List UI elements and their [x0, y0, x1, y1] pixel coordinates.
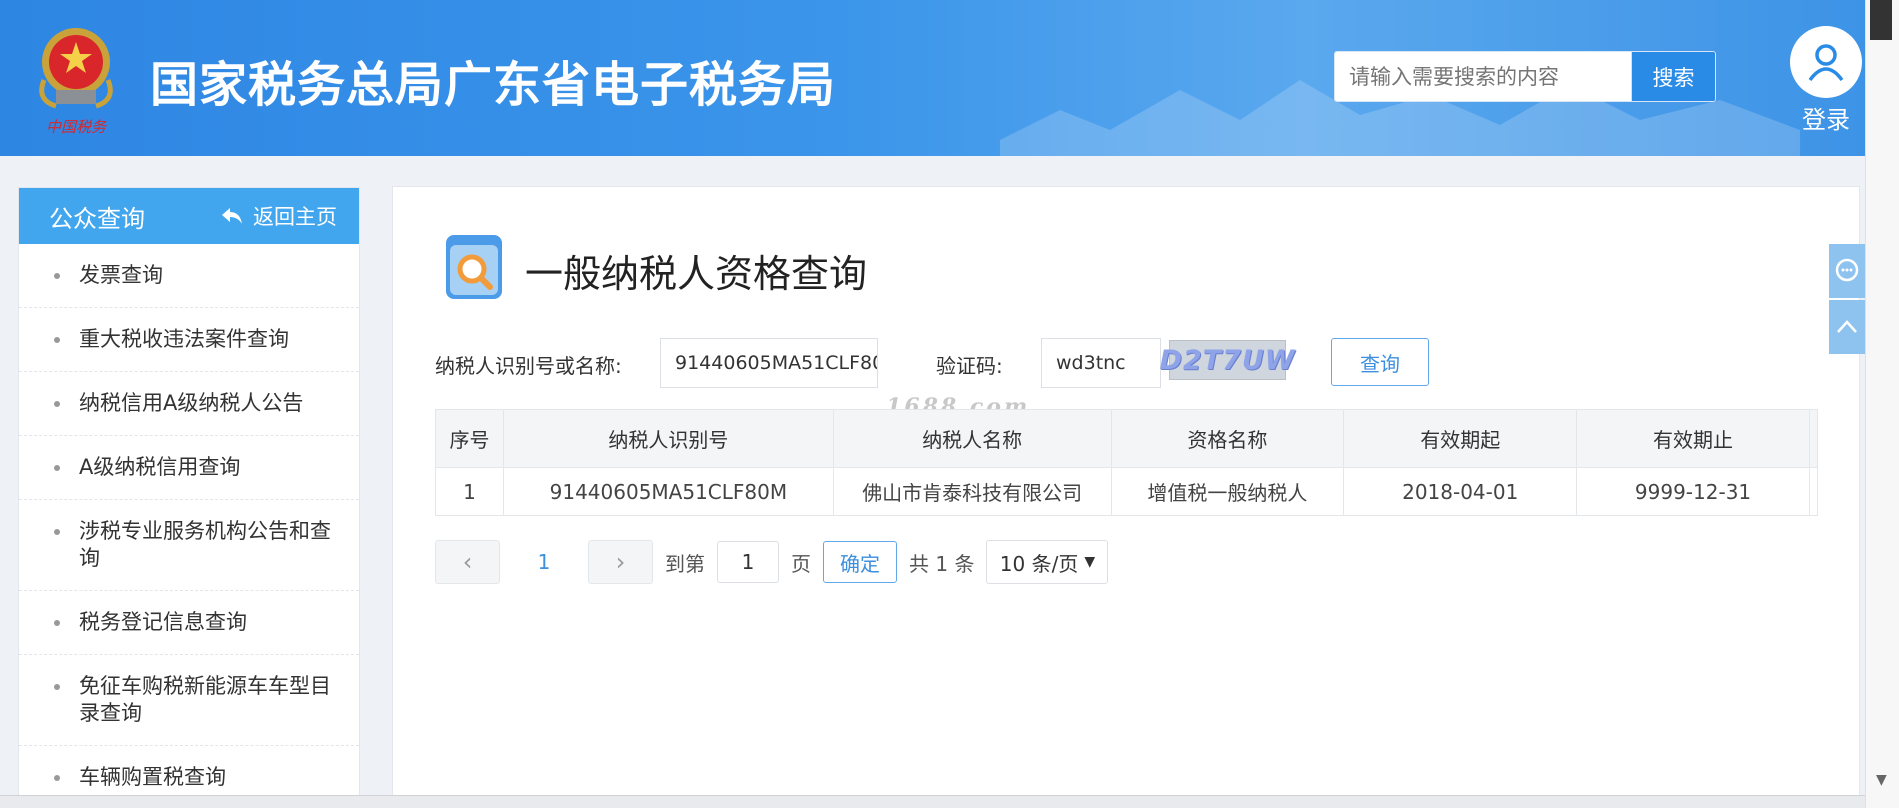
cell-qualification: 增值税一般纳税人	[1110, 467, 1345, 516]
pagination: ‹ 1 › 到第 1 页 确定 共 1 条 10 条/页 ▼	[435, 540, 1109, 584]
sidebar-item-invoice[interactable]: 发票查询	[19, 244, 359, 308]
sidebar-item-major-violation[interactable]: 重大税收违法案件查询	[19, 308, 359, 372]
col-header-index: 序号	[435, 409, 504, 468]
sidebar-item-tax-service-agency[interactable]: 涉税专业服务机构公告和查询	[19, 500, 359, 591]
page-number-current[interactable]: 1	[500, 550, 588, 574]
cell-valid-to: 9999-12-31	[1576, 467, 1810, 516]
col-header-taxpayer-id: 纳税人识别号	[502, 409, 834, 468]
captcha-image[interactable]: D2T7UW	[1159, 340, 1295, 380]
col-header-qualification: 资格名称	[1110, 409, 1345, 468]
search-bar: 搜索	[1334, 51, 1716, 102]
cell-taxpayer-name: 佛山市肯泰科技有限公司	[832, 467, 1112, 516]
total-count: 共 1 条	[909, 551, 975, 576]
scrollbar-thumb[interactable]	[1870, 0, 1892, 40]
user-avatar-icon	[1790, 26, 1862, 98]
sidebar-item-vehicle-tax[interactable]: 车辆购置税查询	[19, 746, 359, 796]
login-button[interactable]: 登录	[1790, 26, 1862, 135]
cell-extra	[1808, 467, 1819, 516]
login-label: 登录	[1802, 106, 1850, 134]
sidebar-item-ev-catalog[interactable]: 免征车购税新能源车车型目录查询	[19, 655, 359, 746]
col-header-extra	[1808, 409, 1819, 468]
cell-taxpayer-id: 91440605MA51CLF80M	[502, 467, 834, 516]
sidebar-item-registration[interactable]: 税务登记信息查询	[19, 591, 359, 655]
taxpayer-id-input[interactable]: 91440605MA51CLF80M	[660, 338, 878, 388]
query-button[interactable]: 查询	[1331, 338, 1429, 386]
col-header-valid-from: 有效期起	[1343, 409, 1578, 468]
taxpayer-id-label: 纳税人识别号或名称:	[435, 354, 622, 378]
chat-bubble-icon	[1835, 258, 1859, 282]
tax-emblem-icon: 中国税务	[39, 28, 113, 136]
sidebar-title: 公众查询	[49, 204, 145, 233]
captcha-label: 验证码:	[936, 354, 1003, 378]
col-header-taxpayer-name: 纳税人名称	[832, 409, 1112, 468]
page-title: 一般纳税人资格查询	[525, 252, 868, 296]
chevron-down-icon: ▼	[1084, 554, 1096, 570]
scroll-down-icon[interactable]: ▼	[1876, 772, 1887, 788]
chevron-up-icon	[1837, 320, 1857, 333]
goto-label: 到第	[665, 551, 705, 576]
search-input[interactable]	[1335, 52, 1631, 101]
back-arrow-icon	[222, 208, 242, 224]
result-table: 序号 纳税人识别号 纳税人名称 资格名称 有效期起 有效期止 1 9144060…	[435, 409, 1819, 516]
col-header-valid-to: 有效期止	[1576, 409, 1810, 468]
page-scrollbar[interactable]: ▼	[1865, 0, 1899, 808]
page-size-select[interactable]: 10 条/页 ▼	[986, 540, 1109, 584]
back-home-link[interactable]: 返回主页	[221, 201, 337, 231]
search-document-icon	[446, 235, 502, 299]
feedback-float-button[interactable]	[1829, 244, 1865, 298]
main-panel: 一般纳税人资格查询 纳税人识别号或名称: 91440605MA51CLF80M …	[392, 186, 1860, 798]
site-header: 中国税务 国家税务总局广东省电子税务局 搜索 登录	[0, 0, 1865, 156]
goto-page-input[interactable]: 1	[717, 541, 779, 583]
table-header-row: 序号 纳税人识别号 纳税人名称 资格名称 有效期起 有效期止	[435, 409, 1819, 468]
search-button[interactable]: 搜索	[1631, 52, 1715, 101]
taskbar-strip	[0, 795, 1865, 808]
table-row: 1 91440605MA51CLF80M 佛山市肯泰科技有限公司 增值税一般纳税…	[435, 467, 1819, 516]
back-to-top-button[interactable]	[1829, 300, 1865, 354]
next-page-button[interactable]: ›	[588, 540, 653, 584]
captcha-input[interactable]: wd3tnc	[1041, 338, 1161, 388]
cell-index: 1	[435, 467, 504, 516]
chevron-right-icon: ›	[615, 548, 626, 576]
chevron-left-icon: ‹	[462, 548, 473, 576]
goto-confirm-button[interactable]: 确定	[823, 541, 897, 583]
prev-page-button[interactable]: ‹	[435, 540, 500, 584]
page-size-value: 10 条/页	[999, 551, 1079, 576]
back-home-label: 返回主页	[253, 205, 337, 229]
emblem-caption: 中国税务	[46, 118, 108, 136]
sidebar-item-a-credit-notice[interactable]: 纳税信用A级纳税人公告	[19, 372, 359, 436]
sidebar-item-a-credit-query[interactable]: A级纳税信用查询	[19, 436, 359, 500]
page-unit-label: 页	[791, 551, 811, 576]
sidebar: 公众查询 返回主页 发票查询 重大税收违法案件查询 纳税信用A级纳税人公告 A级…	[18, 187, 360, 797]
site-title: 国家税务总局广东省电子税务局	[150, 57, 837, 113]
sidebar-header: 公众查询 返回主页	[19, 188, 359, 244]
cell-valid-from: 2018-04-01	[1343, 467, 1578, 516]
